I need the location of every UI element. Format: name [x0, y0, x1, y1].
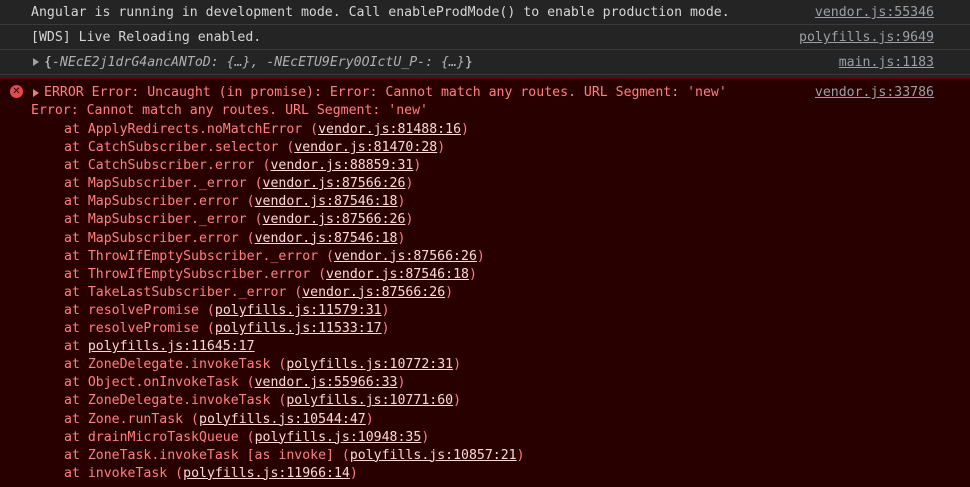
stack-frame-function: Object.onInvokeTask: [87, 375, 239, 391]
stack-frame-function: CatchSubscriber.error: [87, 158, 255, 174]
stack-frame: at resolvePromise (polyfills.js:11579:31…: [64, 302, 390, 318]
stack-frame-source-link[interactable]: polyfills.js:10544:47: [199, 412, 366, 427]
source-link[interactable]: vendor.js:33786: [815, 85, 934, 100]
console-message-angular-dev-mode: Angular is running in development mode. …: [0, 0, 970, 25]
stack-frame-source-link[interactable]: vendor.js:87566:26: [263, 212, 406, 227]
stack-frame-source-link[interactable]: polyfills.js:11533:17: [215, 321, 382, 336]
stack-frame-source-link[interactable]: vendor.js:55966:33: [255, 375, 398, 390]
stack-frame-function: resolvePromise: [87, 302, 199, 318]
stack-frame-function: MapSubscriber._error: [87, 176, 247, 192]
stack-frame: at ZoneDelegate.invokeTask (polyfills.js…: [64, 393, 462, 409]
stack-frame-function: ZoneTask.invokeTask [as invoke]: [87, 447, 334, 463]
stack-frame: at CatchSubscriber.error (vendor.js:8885…: [64, 158, 422, 174]
stack-frame-source-link[interactable]: polyfills.js:10857:21: [350, 448, 517, 463]
stack-frame-source-link[interactable]: vendor.js:81470:28: [294, 140, 437, 155]
stack-frame-source-link[interactable]: polyfills.js:10772:31: [286, 357, 453, 372]
stack-frame-function: MapSubscriber.error: [87, 230, 239, 246]
stack-frame: at Object.onInvokeTask (vendor.js:55966:…: [64, 375, 406, 391]
console-object-log[interactable]: {-NEcE2j1drG4ancANToD: {…}, -NEcETU9Ery0…: [0, 50, 970, 75]
error-circle-icon: ✕: [10, 85, 23, 98]
stack-frame-source-link[interactable]: polyfills.js:10948:35: [255, 430, 422, 445]
stack-frame: at ZoneTask.invokeTask [as invoke] (poly…: [64, 447, 525, 463]
stack-frame-function: MapSubscriber.error: [87, 194, 239, 210]
error-message: Error: Cannot match any routes. URL Segm…: [31, 103, 428, 118]
stack-frame: at CatchSubscriber.selector (vendor.js:8…: [64, 140, 446, 156]
stack-frame-source-link[interactable]: vendor.js:88859:31: [270, 158, 413, 173]
source-link[interactable]: polyfills.js:9649: [799, 30, 934, 45]
console-message-text: Angular is running in development mode. …: [31, 5, 730, 20]
stack-frame: at TakeLastSubscriber._error (vendor.js:…: [64, 284, 454, 300]
source-link[interactable]: vendor.js:55346: [815, 5, 934, 20]
stack-frame-function: MapSubscriber._error: [87, 212, 247, 228]
console-message-text: [WDS] Live Reloading enabled.: [31, 30, 262, 45]
stack-frame: at MapSubscriber._error (vendor.js:87566…: [64, 176, 414, 192]
stack-frame-function: invokeTask: [87, 465, 168, 481]
stack-frame-function: ThrowIfEmptySubscriber.error: [87, 266, 311, 282]
stack-frame-source-link[interactable]: vendor.js:87546:18: [255, 194, 398, 209]
console-message-wds: [WDS] Live Reloading enabled. polyfills.…: [0, 25, 970, 50]
stack-frame-function: ApplyRedirects.noMatchError: [87, 122, 303, 137]
stack-frame-function: drainMicroTaskQueue: [87, 429, 239, 445]
stack-frame: at ThrowIfEmptySubscriber._error (vendor…: [64, 248, 485, 264]
stack-frame-function: TakeLastSubscriber._error: [87, 284, 287, 300]
error-header[interactable]: ERROR Error: Uncaught (in promise): Erro…: [44, 85, 727, 100]
stack-frame-source-link[interactable]: vendor.js:87546:18: [255, 231, 398, 246]
stack-frame: at resolvePromise (polyfills.js:11533:17…: [64, 321, 390, 337]
stack-frame-source-link[interactable]: polyfills.js:11645:17: [88, 339, 255, 354]
stack-frame-source-link[interactable]: vendor.js:81488:16: [318, 122, 461, 137]
stack-frame-function: ZoneDelegate.invokeTask: [87, 393, 271, 409]
stack-frame: at drainMicroTaskQueue (polyfills.js:109…: [64, 429, 430, 445]
stack-trace: at ApplyRedirects.noMatchError (vendor.j…: [64, 121, 525, 483]
stack-frame: at MapSubscriber.error (vendor.js:87546:…: [64, 230, 406, 246]
stack-frame-source-link[interactable]: polyfills.js:11966:14: [183, 466, 350, 481]
devtools-console: Angular is running in development mode. …: [0, 0, 970, 487]
object-preview[interactable]: {-NEcE2j1drG4ancANToD: {…}, -NEcETU9Ery0…: [44, 55, 473, 70]
stack-frame: at MapSubscriber._error (vendor.js:87566…: [64, 212, 414, 228]
stack-frame: at polyfills.js:11645:17: [64, 339, 255, 355]
stack-frame-source-link[interactable]: polyfills.js:10771:60: [286, 393, 453, 408]
stack-frame-source-link[interactable]: vendor.js:87546:18: [326, 267, 469, 282]
stack-frame-source-link[interactable]: vendor.js:87566:26: [334, 249, 477, 264]
stack-frame: at MapSubscriber.error (vendor.js:87546:…: [64, 194, 406, 210]
stack-frame-function: Zone.runTask: [87, 411, 184, 427]
stack-frame: at ApplyRedirects.noMatchError (vendor.j…: [64, 122, 469, 137]
console-error-message: ✕ ERROR Error: Uncaught (in promise): Er…: [0, 78, 970, 487]
stack-frame-source-link[interactable]: vendor.js:87566:26: [263, 176, 406, 191]
stack-frame: at ThrowIfEmptySubscriber.error (vendor.…: [64, 266, 477, 282]
expand-triangle-icon[interactable]: [33, 58, 39, 66]
stack-frame-function: ZoneDelegate.invokeTask: [87, 357, 271, 373]
stack-frame: at invokeTask (polyfills.js:11966:14): [64, 465, 358, 481]
stack-frame-source-link[interactable]: polyfills.js:11579:31: [215, 303, 382, 318]
stack-frame-function: CatchSubscriber.selector: [87, 140, 279, 156]
stack-frame: at ZoneDelegate.invokeTask (polyfills.js…: [64, 357, 462, 373]
expand-triangle-icon[interactable]: [33, 89, 39, 97]
stack-frame-function: ThrowIfEmptySubscriber._error: [87, 248, 319, 264]
stack-frame-source-link[interactable]: vendor.js:87566:26: [302, 285, 445, 300]
source-link[interactable]: main.js:1183: [839, 55, 934, 70]
stack-frame-function: resolvePromise: [87, 321, 199, 337]
stack-frame: at Zone.runTask (polyfills.js:10544:47): [64, 411, 374, 427]
